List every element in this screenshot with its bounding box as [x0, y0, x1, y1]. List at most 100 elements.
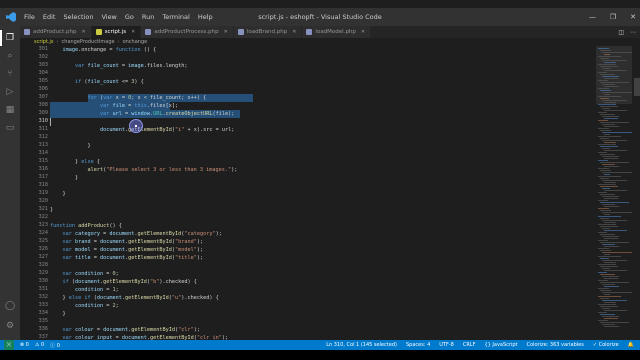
code-line[interactable]: var colour = document.getElementById("cl… [50, 326, 200, 334]
scrollbar-thumb[interactable] [634, 78, 640, 96]
line-number: 325 [38, 238, 48, 244]
account-icon[interactable]: ◯ [4, 300, 16, 312]
code-token: var [99, 111, 110, 117]
line-number: 305 [38, 78, 48, 84]
code-line[interactable]: var condition = 0; [50, 270, 119, 278]
code-line[interactable]: var brand = document.getElementById("bra… [50, 238, 204, 246]
minimap-row [604, 142, 616, 143]
cursor-position[interactable]: Ln 310, Col 1 (145 selected) [326, 342, 397, 348]
minimize-icon[interactable]: — [589, 13, 596, 21]
tab-loadmodel-php[interactable]: loadModel.php ✕ [302, 26, 372, 38]
close-tab-icon[interactable]: ✕ [81, 29, 85, 35]
colorize-status[interactable]: Colorize: 363 variables [527, 342, 584, 348]
line-ending[interactable]: CRLF [463, 342, 476, 348]
tab-loadbrand-php[interactable]: loadBrand.php ✕ [233, 26, 303, 38]
code-line[interactable]: } [50, 174, 78, 182]
code-line[interactable]: alert("Please select 3 or less than 3 im… [50, 166, 237, 174]
extensions-icon[interactable]: ▦ [4, 104, 16, 116]
colorize-toggle[interactable]: ✓ Colorize [593, 342, 619, 348]
code-line[interactable]: condition = 1; [50, 286, 119, 294]
close-icon[interactable]: ✕ [630, 13, 636, 21]
vertical-scrollbar[interactable] [634, 46, 640, 340]
code-line[interactable]: } [50, 310, 65, 318]
menu-terminal[interactable]: Terminal [162, 13, 189, 21]
code-line[interactable]: condition = 2; [50, 302, 119, 310]
code-line[interactable]: function addProduct() { [50, 222, 122, 230]
minimap[interactable] [596, 46, 632, 340]
minimap-row [600, 322, 629, 323]
warnings-count[interactable]: ⚠ 0 [35, 342, 44, 348]
close-tab-icon[interactable]: ✕ [361, 29, 365, 35]
code-line[interactable]: } else if (document.getElementById("u").… [50, 294, 218, 302]
more-actions-icon[interactable]: ⋯ [630, 29, 636, 36]
minimap-row [598, 112, 607, 113]
tab-script-js[interactable]: script.js ✕ [91, 26, 142, 38]
encoding[interactable]: UTF-8 [439, 342, 454, 348]
tab-addproductprocess-php[interactable]: addProductProcess.php ✕ [141, 26, 234, 38]
code-line[interactable]: } [50, 206, 53, 214]
run-debug-icon[interactable]: ▷ [4, 86, 16, 98]
close-tab-icon[interactable]: ✕ [131, 29, 135, 35]
minimap-row [604, 190, 628, 191]
menu-selection[interactable]: Selection [63, 13, 93, 21]
errors-count[interactable]: ⊗ 0 [20, 342, 29, 348]
remote-indicator-icon[interactable]: ⟩⟨ [4, 340, 14, 350]
minimap-row [604, 254, 611, 255]
breadcrumb-symbol[interactable]: onchange [123, 39, 148, 45]
minimap-row [602, 220, 627, 221]
menu-help[interactable]: Help [198, 13, 213, 21]
menu-edit[interactable]: Edit [43, 13, 56, 21]
code-line[interactable]: if (document.getElementById("b").checked… [50, 278, 197, 286]
minimap-row [604, 310, 628, 311]
code-token: alert [87, 167, 104, 173]
code-area[interactable]: image.onchange = function () { var file_… [50, 46, 610, 340]
code-line[interactable]: var category = document.getElementById("… [50, 230, 222, 238]
menu-file[interactable]: File [24, 13, 35, 21]
code-line[interactable]: } [50, 190, 65, 198]
remote-icon[interactable]: ▭ [4, 122, 16, 134]
code-line[interactable]: var title = document.getElementById("tit… [50, 254, 204, 262]
minimap-row [604, 270, 628, 271]
menu-view[interactable]: View [101, 13, 116, 21]
code-token: = [90, 255, 100, 261]
code-line[interactable]: if (file_count <= 3) { [50, 78, 144, 86]
code-token: + x).src = url; [184, 127, 235, 133]
minimap-row [602, 308, 610, 309]
code-line[interactable]: for (var x = 0; x < file_count; x++) { [50, 94, 206, 102]
info-count[interactable]: ⓘ 0 [50, 342, 60, 349]
minimap-row [604, 230, 628, 231]
settings-gear-icon[interactable]: ⚙ [4, 320, 16, 332]
menu-run[interactable]: Run [142, 13, 154, 21]
breadcrumb-file[interactable]: script.js [34, 39, 54, 45]
close-tab-icon[interactable]: ✕ [224, 29, 228, 35]
source-control-icon[interactable]: ⑂ [4, 68, 16, 80]
language-mode[interactable]: {} JavaScript [484, 342, 517, 348]
code-editor[interactable]: 301 302 303 304 305 306 307 308 309 310 311 312 313 3… [20, 46, 640, 340]
tab-label: loadModel.php [315, 29, 356, 35]
menu-go[interactable]: Go [125, 13, 134, 21]
code-line[interactable]: var url = window.URL.createObjectURL(fil… [50, 110, 234, 118]
indentation[interactable]: Spaces: 4 [406, 342, 430, 348]
code-line[interactable]: image.onchange = function () { [50, 46, 157, 54]
minimap-row [604, 318, 618, 319]
split-editor-icon[interactable]: ◫ [618, 29, 624, 36]
files-icon[interactable]: ❐ [0, 30, 16, 46]
minimap-row [598, 120, 608, 121]
breadcrumb-function[interactable]: changeProductImage [62, 39, 115, 45]
maximize-icon[interactable]: ❐ [610, 13, 616, 21]
notifications-bell-icon[interactable]: 🔔 [628, 342, 634, 348]
code-line[interactable]: var file = this.files[x]; [50, 102, 178, 110]
code-line[interactable]: } else { [50, 158, 100, 166]
code-line[interactable]: var file_count = image.files.length; [50, 62, 187, 70]
tab-addproduct-php[interactable]: addProduct.php ✕ [20, 26, 92, 38]
code-line[interactable]: } [50, 142, 90, 150]
minimap-row [602, 68, 610, 69]
code-line[interactable]: var model = document.getElementById("mod… [50, 246, 204, 254]
close-tab-icon[interactable]: ✕ [292, 29, 296, 35]
search-icon[interactable]: ⌕ [4, 50, 16, 62]
